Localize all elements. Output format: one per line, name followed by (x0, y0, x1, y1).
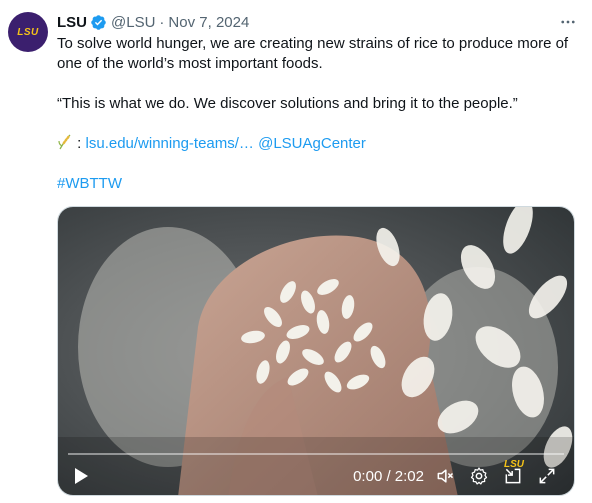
post-text: To solve world hunger, we are creating n… (57, 34, 577, 194)
avatar[interactable]: LSU (8, 12, 48, 52)
hashtag-link[interactable]: #WBTTW (57, 175, 122, 192)
fullscreen-icon[interactable] (536, 465, 558, 487)
video-controls: 0:00 / 2:02 LSU (58, 435, 574, 495)
link-separator: : (77, 135, 82, 152)
post-date[interactable]: Nov 7, 2024 (168, 14, 249, 31)
mention-link[interactable]: @LSUAgCenter (258, 135, 366, 152)
header-separator: · (159, 13, 165, 31)
post-link-line: : lsu.edu/winning-teams/… @LSUAgCenter (57, 134, 577, 154)
post-link[interactable]: lsu.edu/winning-teams/… (86, 135, 254, 152)
play-icon[interactable] (70, 465, 92, 487)
video-time: 0:00 / 2:02 (353, 468, 424, 485)
verified-badge-icon (90, 14, 107, 31)
author-name[interactable]: LSU (57, 14, 87, 31)
avatar-logo-text: LSU (17, 26, 39, 38)
author-handle[interactable]: @LSU (111, 14, 155, 31)
mute-icon[interactable] (434, 465, 456, 487)
post-text-line: To solve world hunger, we are creating n… (57, 35, 569, 72)
rice-plant-icon (57, 134, 77, 152)
video-progress-bar[interactable] (68, 453, 564, 455)
video-player[interactable]: 0:00 / 2:02 LSU (57, 206, 575, 496)
settings-icon[interactable] (468, 465, 490, 487)
more-options-icon[interactable] (556, 12, 580, 32)
post-header: LSU @LSU · Nov 7, 2024 (57, 12, 580, 32)
post-quote: “This is what we do. We discover solutio… (57, 95, 518, 112)
picture-in-picture-icon[interactable] (502, 465, 524, 487)
